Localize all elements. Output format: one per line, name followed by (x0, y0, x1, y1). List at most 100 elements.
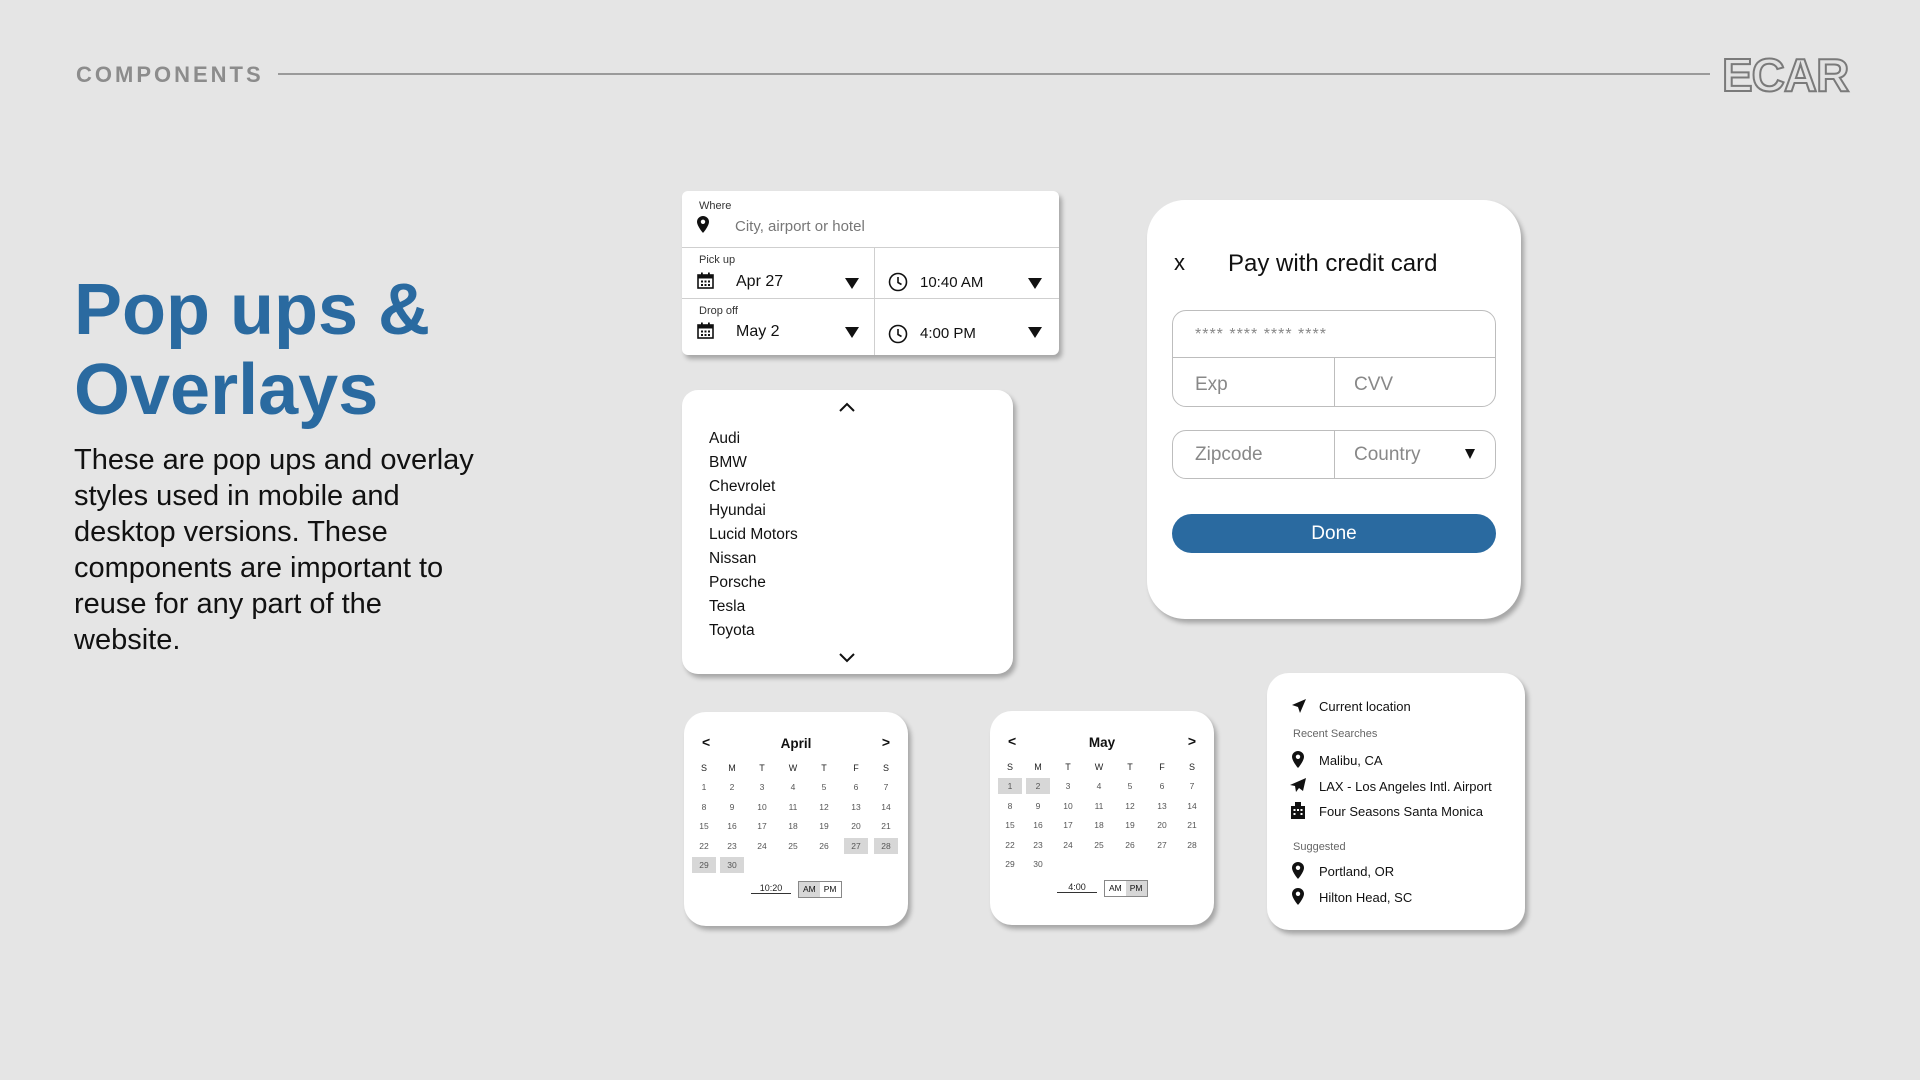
calendar-day[interactable]: 15 (998, 817, 1022, 833)
country-value[interactable]: Country (1354, 444, 1421, 466)
calendar-day[interactable]: 29 (692, 857, 716, 873)
chevron-up-icon[interactable] (838, 402, 856, 413)
calendar-day[interactable]: 10 (750, 799, 774, 815)
calendar-day[interactable]: 16 (720, 818, 744, 834)
am-option[interactable]: AM (799, 882, 820, 897)
calendar-day[interactable]: 28 (874, 837, 898, 854)
ampm-toggle[interactable]: AM PM (1104, 880, 1148, 897)
calendar-day[interactable]: 8 (692, 799, 716, 815)
calendar-day[interactable]: 27 (844, 837, 868, 854)
calendar-day[interactable]: 3 (750, 779, 774, 795)
done-button[interactable]: Done (1172, 514, 1496, 553)
recent-search-item[interactable]: Four Seasons Santa Monica (1319, 804, 1483, 819)
calendar-day[interactable]: 9 (1026, 798, 1050, 814)
calendar-day[interactable]: 1 (692, 779, 716, 795)
card-number-input[interactable]: **** **** **** **** (1195, 326, 1327, 344)
list-item[interactable]: Tesla (709, 598, 745, 616)
where-input[interactable]: City, airport or hotel (735, 218, 865, 235)
calendar-day[interactable]: 9 (720, 799, 744, 815)
calendar-day[interactable]: 28 (1180, 837, 1204, 853)
calendar-day[interactable]: 17 (750, 818, 774, 834)
list-item[interactable]: Toyota (709, 622, 755, 640)
time-input[interactable]: 10:20 (751, 883, 791, 894)
pm-option[interactable]: PM (820, 882, 841, 897)
list-item[interactable]: BMW (709, 454, 747, 472)
calendar-day[interactable]: 4 (781, 779, 805, 795)
calendar-day[interactable]: 1 (998, 778, 1022, 794)
list-item[interactable]: Chevrolet (709, 478, 775, 496)
calendar-day[interactable]: 13 (1150, 798, 1174, 814)
calendar-day[interactable]: 6 (844, 779, 868, 795)
pickup-date[interactable]: Apr 27 (736, 273, 783, 291)
calendar-day[interactable]: 2 (720, 779, 744, 795)
calendar-day[interactable]: 18 (1087, 817, 1111, 833)
suggested-item[interactable]: Portland, OR (1319, 864, 1394, 879)
list-item[interactable]: Lucid Motors (709, 526, 798, 544)
calendar-day[interactable]: 3 (1056, 778, 1080, 794)
calendar-day[interactable]: 14 (874, 799, 898, 815)
calendar-day[interactable]: 20 (1150, 817, 1174, 833)
am-option[interactable]: AM (1105, 881, 1126, 896)
dropoff-date[interactable]: May 2 (736, 323, 780, 341)
calendar-day[interactable]: 17 (1056, 817, 1080, 833)
calendar-day[interactable]: 24 (1056, 837, 1080, 853)
calendar-day[interactable]: 10 (1056, 798, 1080, 814)
pickup-date-dropdown-icon[interactable] (845, 278, 859, 289)
calendar-day[interactable]: 6 (1150, 778, 1174, 794)
calendar-day[interactable]: 21 (1180, 817, 1204, 833)
exp-input[interactable]: Exp (1195, 374, 1228, 396)
pm-option[interactable]: PM (1125, 881, 1147, 896)
calendar-day[interactable]: 13 (844, 799, 868, 815)
pickup-time[interactable]: 10:40 AM (920, 274, 983, 291)
zipcode-input[interactable]: Zipcode (1195, 444, 1263, 466)
calendar-day[interactable]: 26 (812, 838, 836, 854)
calendar-day[interactable]: 4 (1087, 778, 1111, 794)
calendar-day[interactable]: 26 (1118, 837, 1142, 853)
calendar-day[interactable]: 19 (1118, 817, 1142, 833)
calendar-day[interactable]: 7 (1180, 778, 1204, 794)
country-dropdown-icon[interactable] (1465, 449, 1475, 459)
current-location-option[interactable]: Current location (1319, 699, 1411, 714)
calendar-day[interactable]: 15 (692, 818, 716, 834)
calendar-day[interactable]: 12 (1118, 798, 1142, 814)
calendar-day[interactable]: 12 (812, 799, 836, 815)
calendar-day[interactable]: 11 (781, 799, 805, 815)
list-item[interactable]: Audi (709, 430, 740, 448)
calendar-day[interactable]: 22 (692, 838, 716, 854)
chevron-down-icon[interactable] (838, 652, 856, 663)
dropoff-date-dropdown-icon[interactable] (845, 327, 859, 338)
ampm-toggle[interactable]: AM PM (798, 881, 842, 898)
dropoff-time[interactable]: 4:00 PM (920, 325, 976, 342)
time-input[interactable]: 4:00 (1057, 882, 1097, 893)
next-month-button[interactable]: > (882, 734, 890, 750)
calendar-day[interactable]: 22 (998, 837, 1022, 853)
calendar-day[interactable]: 2 (1026, 778, 1050, 794)
calendar-day[interactable]: 5 (1118, 778, 1142, 794)
calendar-day[interactable]: 27 (1150, 837, 1174, 853)
dropoff-time-dropdown-icon[interactable] (1028, 327, 1042, 338)
calendar-day[interactable]: 24 (750, 838, 774, 854)
list-item[interactable]: Hyundai (709, 502, 766, 520)
calendar-day[interactable]: 14 (1180, 798, 1204, 814)
calendar-day[interactable]: 20 (844, 818, 868, 834)
calendar-day[interactable]: 8 (998, 798, 1022, 814)
calendar-day[interactable]: 23 (720, 838, 744, 854)
calendar-day[interactable]: 29 (998, 856, 1022, 872)
calendar-day[interactable]: 30 (720, 857, 744, 873)
list-item[interactable]: Nissan (709, 550, 756, 568)
calendar-day[interactable]: 7 (874, 779, 898, 795)
calendar-day[interactable]: 11 (1087, 798, 1111, 814)
calendar-day[interactable]: 25 (1087, 837, 1111, 853)
calendar-day[interactable]: 16 (1026, 817, 1050, 833)
suggested-item[interactable]: Hilton Head, SC (1319, 890, 1412, 905)
calendar-day[interactable]: 5 (812, 779, 836, 795)
next-month-button[interactable]: > (1188, 733, 1196, 749)
calendar-day[interactable]: 19 (812, 818, 836, 834)
calendar-day[interactable]: 18 (781, 818, 805, 834)
close-button[interactable]: x (1174, 250, 1185, 276)
calendar-day[interactable]: 21 (874, 818, 898, 834)
calendar-day[interactable]: 25 (781, 838, 805, 854)
calendar-day[interactable]: 30 (1026, 856, 1050, 872)
pickup-time-dropdown-icon[interactable] (1028, 278, 1042, 289)
cvv-input[interactable]: CVV (1354, 374, 1393, 396)
